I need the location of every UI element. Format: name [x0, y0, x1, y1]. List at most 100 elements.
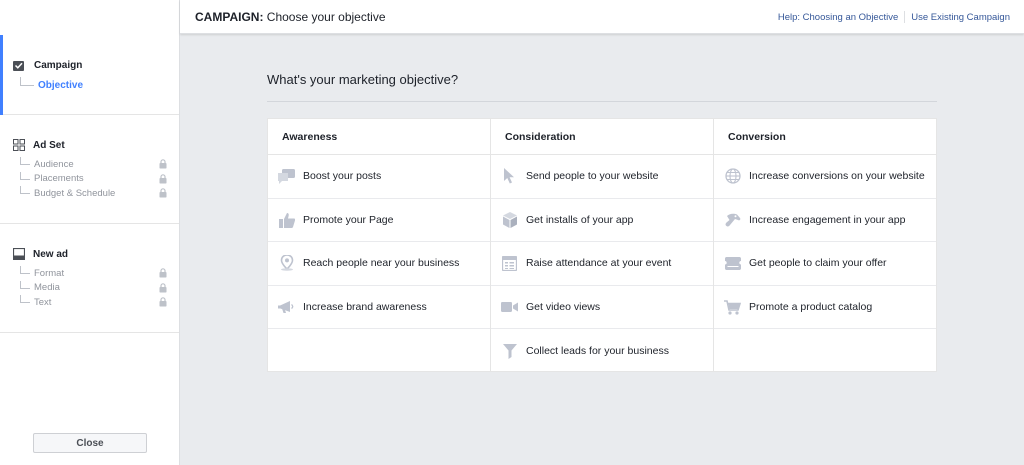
tree-branch: [20, 157, 30, 165]
sidebar-item-label: Text: [34, 296, 52, 308]
adset-subitems: Audience Placements Budget & Schedule: [20, 157, 179, 201]
objective-label: Get video views: [526, 301, 601, 314]
sidebar-item-campaign[interactable]: Campaign: [0, 57, 179, 73]
column-awareness: Awareness Boost your posts Promote your …: [268, 119, 491, 371]
sidebar-item-label: Placements: [34, 173, 84, 185]
page-title-text: Choose your objective: [263, 10, 386, 24]
objective-label: Get people to claim your offer: [749, 257, 887, 270]
tree-branch: [20, 77, 34, 86]
objective-label: Send people to your website: [526, 170, 659, 183]
sidebar-section-newad: New ad Format Media Text: [0, 224, 179, 333]
box-icon: [501, 211, 518, 228]
active-indicator: [0, 35, 3, 115]
header-bar: CAMPAIGN: Choose your objective Help: Ch…: [180, 0, 1024, 34]
objective-grid: Awareness Boost your posts Promote your …: [267, 118, 937, 372]
funnel-icon: [501, 343, 518, 360]
close-button[interactable]: Close: [33, 433, 147, 453]
objective-label: Promote your Page: [303, 213, 394, 226]
sidebar-item-adset[interactable]: Ad Set: [0, 137, 179, 153]
grid-icon: [13, 139, 25, 151]
map-pin-icon: [278, 255, 295, 272]
tree-branch: [20, 295, 30, 303]
sidebar-item-label: Objective: [38, 79, 84, 91]
tree-branch: [20, 186, 30, 194]
header-links: Help: Choosing an Objective Use Existing…: [778, 11, 1010, 23]
shopping-cart-icon: [724, 299, 741, 316]
objective-lead-generation[interactable]: Collect leads for your business: [491, 329, 713, 373]
objective-app-installs[interactable]: Get installs of your app: [491, 199, 713, 243]
sidebar-item-label: Campaign: [34, 59, 83, 71]
objective-product-catalog[interactable]: Promote a product catalog: [714, 286, 936, 330]
objective-promote-page[interactable]: Promote your Page: [268, 199, 490, 243]
sidebar-item-format[interactable]: Format: [20, 266, 179, 281]
game-controller-icon: [724, 211, 741, 228]
empty-cell: [714, 329, 936, 373]
objective-label: Reach people near your business: [303, 257, 460, 270]
lock-icon: [159, 297, 167, 307]
ad-preview-icon: [13, 248, 25, 260]
use-existing-campaign-link[interactable]: Use Existing Campaign: [911, 12, 1010, 23]
lock-icon: [159, 282, 167, 293]
sidebar-item-text[interactable]: Text: [20, 295, 179, 310]
objective-event-responses[interactable]: Raise attendance at your event: [491, 242, 713, 286]
objective-video-views[interactable]: Get video views: [491, 286, 713, 330]
sidebar-item-label: Budget & Schedule: [34, 187, 116, 199]
objective-label: Collect leads for your business: [526, 345, 669, 358]
objective-heading: What's your marketing objective?: [267, 72, 459, 87]
objective-app-engagement[interactable]: Increase engagement in your app: [714, 199, 936, 243]
sidebar-item-label: Audience: [34, 158, 74, 170]
objective-reach-nearby[interactable]: Reach people near your business: [268, 242, 490, 286]
objective-label: Increase conversions on your website: [749, 170, 925, 183]
lock-icon: [159, 173, 167, 184]
checkbox-icon: [13, 59, 25, 71]
sidebar: Campaign Objective Ad Set Audience Place…: [0, 0, 180, 465]
lock-icon: [159, 268, 167, 278]
sidebar-item-budget-schedule[interactable]: Budget & Schedule: [20, 186, 179, 201]
objective-label: Boost your posts: [303, 170, 382, 183]
objective-label: Increase engagement in your app: [749, 213, 906, 226]
page-title: CAMPAIGN: Choose your objective: [195, 10, 386, 24]
column-header: Conversion: [714, 119, 936, 155]
megaphone-icon: [278, 299, 295, 316]
tree-branch: [20, 171, 30, 180]
thumbs-up-icon: [278, 211, 295, 228]
tree-branch: [20, 266, 30, 274]
sidebar-section-campaign: Campaign Objective: [0, 0, 179, 115]
globe-icon: [724, 168, 741, 185]
campaign-subitems: Objective: [20, 77, 179, 93]
link-divider: [904, 11, 906, 23]
help-link[interactable]: Help: Choosing an Objective: [778, 12, 898, 23]
column-header: Awareness: [268, 119, 490, 155]
page-title-prefix: CAMPAIGN:: [195, 10, 264, 24]
objective-label: Increase brand awareness: [303, 301, 427, 314]
empty-cell: [268, 329, 490, 373]
sidebar-item-placements[interactable]: Placements: [20, 171, 179, 187]
column-consideration: Consideration Send people to your websit…: [491, 119, 714, 371]
video-camera-icon: [501, 299, 518, 316]
objective-offer-claims[interactable]: Get people to claim your offer: [714, 242, 936, 286]
sidebar-item-newad[interactable]: New ad: [0, 246, 179, 262]
speech-bubbles-icon: [278, 168, 295, 185]
sidebar-item-media[interactable]: Media: [20, 280, 179, 296]
objective-website-traffic[interactable]: Send people to your website: [491, 155, 713, 199]
objective-label: Get installs of your app: [526, 213, 634, 226]
objective-brand-awareness[interactable]: Increase brand awareness: [268, 286, 490, 330]
calendar-icon: [501, 255, 518, 272]
newad-subitems: Format Media Text: [20, 266, 179, 310]
sidebar-item-objective[interactable]: Objective: [20, 77, 179, 93]
objective-label: Raise attendance at your event: [526, 257, 672, 270]
objective-boost-posts[interactable]: Boost your posts: [268, 155, 490, 199]
sidebar-item-label: Ad Set: [33, 139, 65, 151]
divider: [267, 101, 937, 102]
offer-tag-icon: [724, 255, 741, 272]
sidebar-item-label: New ad: [33, 248, 69, 260]
sidebar-item-label: Media: [34, 282, 60, 294]
lock-icon: [159, 159, 167, 169]
objective-conversions[interactable]: Increase conversions on your website: [714, 155, 936, 199]
column-header: Consideration: [491, 119, 713, 155]
sidebar-section-adset: Ad Set Audience Placements Budget & Sche…: [0, 115, 179, 224]
tree-branch: [20, 280, 30, 289]
sidebar-item-audience[interactable]: Audience: [20, 157, 179, 172]
sidebar-item-label: Format: [34, 267, 65, 279]
cursor-icon: [501, 168, 518, 185]
